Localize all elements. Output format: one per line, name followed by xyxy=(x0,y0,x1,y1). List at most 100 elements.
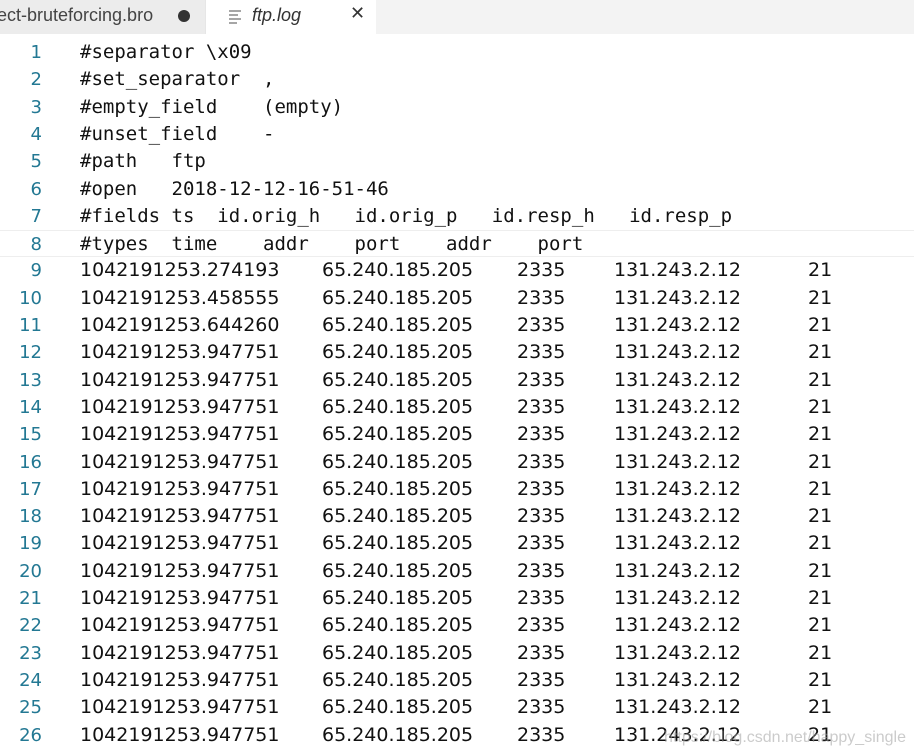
cell-resp-p: 21 xyxy=(808,641,833,664)
header-line-text: #separator \x09 xyxy=(80,41,252,63)
cell-ts: 1042191253.947751 xyxy=(80,532,280,555)
data-row[interactable]: 23 1042191253.947751 65.240.185.205 2335 131… xyxy=(0,640,914,667)
line-number: 15 xyxy=(19,424,42,446)
line-number: 1 xyxy=(30,42,42,63)
cell-orig-p: 2335 xyxy=(517,368,566,391)
close-icon[interactable]: ✕ xyxy=(350,3,365,24)
cell-resp-p: 21 xyxy=(808,314,833,336)
editor-line[interactable]: 7 #fields ts id.orig_h id.orig_p id.resp_… xyxy=(0,203,914,230)
cell-resp-h: 131.243.2.12 xyxy=(614,423,741,446)
cell-orig-p: 2335 xyxy=(517,450,566,473)
line-number: 16 xyxy=(19,451,42,473)
cell-ts: 1042191253.947751 xyxy=(80,696,280,719)
line-number: 17 xyxy=(19,478,42,500)
cell-orig-h: 65.240.185.205 xyxy=(322,614,474,637)
data-row[interactable]: 18 1042191253.947751 65.240.185.205 2335 131… xyxy=(0,503,914,530)
cell-ts: 1042191253.947751 xyxy=(80,641,280,664)
line-number: 13 xyxy=(19,369,42,391)
line-number: 8 xyxy=(30,234,42,256)
cell-resp-h: 131.243.2.12 xyxy=(614,368,741,391)
line-number: 23 xyxy=(19,642,42,664)
header-line-text: #types time addr port addr port xyxy=(80,233,584,256)
file-icon xyxy=(229,10,241,24)
cell-resp-p: 21 xyxy=(808,395,833,418)
data-row[interactable]: 12 1042191253.947751 65.240.185.205 2335 131… xyxy=(0,339,914,366)
cell-orig-h: 65.240.185.205 xyxy=(322,668,474,691)
tab-bar: tect-bruteforcing.bro ftp.log ✕ xyxy=(0,0,914,34)
cell-orig-h: 65.240.185.205 xyxy=(322,368,474,391)
cell-orig-h: 65.240.185.205 xyxy=(322,723,474,746)
editor-line[interactable]: 5 #path ftp xyxy=(0,148,914,175)
cell-ts: 1042191253.947751 xyxy=(80,477,280,500)
editor-line[interactable]: 6 #open 2018-12-12-16-51-46 xyxy=(0,176,914,203)
data-row[interactable]: 17 1042191253.947751 65.240.185.205 2335 131… xyxy=(0,476,914,503)
cell-resp-h: 131.243.2.12 xyxy=(614,477,741,500)
cell-orig-p: 2335 xyxy=(517,723,566,746)
cell-orig-h: 65.240.185.205 xyxy=(322,559,474,582)
cell-orig-h: 65.240.185.205 xyxy=(322,286,474,309)
cell-resp-p: 21 xyxy=(808,696,833,719)
data-row[interactable]: 19 1042191253.947751 65.240.185.205 2335 131… xyxy=(0,530,914,557)
cell-resp-p: 21 xyxy=(808,505,833,528)
data-row[interactable]: 10 1042191253.458555 65.240.185.205 2335 131… xyxy=(0,285,914,312)
line-number: 19 xyxy=(19,533,42,555)
cell-resp-p: 21 xyxy=(808,259,833,282)
cell-resp-h: 131.243.2.12 xyxy=(614,587,741,609)
cell-resp-p: 21 xyxy=(808,532,833,555)
tab-bruteforcing-bro[interactable]: tect-bruteforcing.bro xyxy=(0,0,206,34)
line-number: 10 xyxy=(19,287,42,309)
data-row[interactable]: 15 1042191253.947751 65.240.185.205 2335 131… xyxy=(0,421,914,448)
cell-ts: 1042191253.947751 xyxy=(80,423,280,446)
line-number: 7 xyxy=(30,205,42,227)
cell-orig-h: 65.240.185.205 xyxy=(322,423,474,446)
data-row[interactable]: 20 1042191253.947751 65.240.185.205 2335 131… xyxy=(0,558,914,585)
cell-resp-h: 131.243.2.12 xyxy=(614,259,741,282)
cell-resp-h: 131.243.2.12 xyxy=(614,286,741,309)
line-number: 6 xyxy=(30,178,42,200)
cell-resp-h: 131.243.2.12 xyxy=(614,641,741,664)
unsaved-dot-icon[interactable] xyxy=(178,10,190,22)
data-row[interactable]: 24 1042191253.947751 65.240.185.205 2335 131… xyxy=(0,667,914,694)
cell-resp-p: 21 xyxy=(808,668,833,691)
data-row[interactable]: 25 1042191253.947751 65.240.185.205 2335 131… xyxy=(0,694,914,721)
cell-resp-h: 131.243.2.12 xyxy=(614,532,741,555)
data-row[interactable]: 13 1042191253.947751 65.240.185.205 2335 131… xyxy=(0,367,914,394)
cell-resp-p: 21 xyxy=(808,423,833,446)
cell-resp-p: 21 xyxy=(808,368,833,391)
cell-ts: 1042191253.458555 xyxy=(80,286,280,309)
data-row[interactable]: 21 1042191253.947751 65.240.185.205 2335 131… xyxy=(0,585,914,612)
line-number: 14 xyxy=(19,396,42,418)
tab-ftp-log[interactable]: ftp.log ✕ xyxy=(206,0,376,34)
cell-orig-p: 2335 xyxy=(517,259,566,282)
line-number: 5 xyxy=(30,151,42,173)
header-line-text: #open 2018-12-12-16-51-46 xyxy=(80,177,389,200)
data-row[interactable]: 14 1042191253.947751 65.240.185.205 2335 131… xyxy=(0,394,914,421)
cell-ts: 1042191253.947751 xyxy=(80,505,280,528)
line-number: 9 xyxy=(30,260,42,282)
editor-line[interactable]: 3 #empty_field (empty) xyxy=(0,94,914,121)
editor-line[interactable]: 4 #unset_field - xyxy=(0,121,914,148)
cell-orig-h: 65.240.185.205 xyxy=(322,505,474,528)
data-row[interactable]: 9 1042191253.274193 65.240.185.205 2335 131.… xyxy=(0,257,914,284)
cell-ts: 1042191253.274193 xyxy=(80,259,280,282)
line-number: 20 xyxy=(19,560,42,582)
data-row[interactable]: 16 1042191253.947751 65.240.185.205 2335 131… xyxy=(0,449,914,476)
cell-orig-p: 2335 xyxy=(517,696,566,719)
cell-resp-h: 131.243.2.12 xyxy=(614,395,741,418)
cell-resp-h: 131.243.2.12 xyxy=(614,505,741,528)
data-row[interactable]: 11 1042191253.644260 65.240.185.205 2335 131… xyxy=(0,312,914,339)
cell-resp-h: 131.243.2.12 xyxy=(614,450,741,473)
cell-orig-p: 2335 xyxy=(517,559,566,582)
data-row[interactable]: 22 1042191253.947751 65.240.185.205 2335 131… xyxy=(0,612,914,639)
editor-line[interactable]: 8 #types time addr port addr port xyxy=(0,230,914,258)
editor-line[interactable]: 2 #set_separator , xyxy=(0,66,914,93)
editor[interactable]: 1 #separator \x09 2 #set_separator , 3 #empty… xyxy=(0,34,914,755)
cell-orig-p: 2335 xyxy=(517,341,566,364)
tab-label: tect-bruteforcing.bro xyxy=(0,5,154,25)
cell-resp-h: 131.243.2.12 xyxy=(614,341,741,364)
editor-line[interactable]: 1 #separator \x09 xyxy=(0,39,914,66)
line-number: 24 xyxy=(19,669,42,691)
line-number: 25 xyxy=(19,697,42,719)
cell-resp-p: 21 xyxy=(808,587,833,609)
cell-ts: 1042191253.947751 xyxy=(80,368,280,391)
